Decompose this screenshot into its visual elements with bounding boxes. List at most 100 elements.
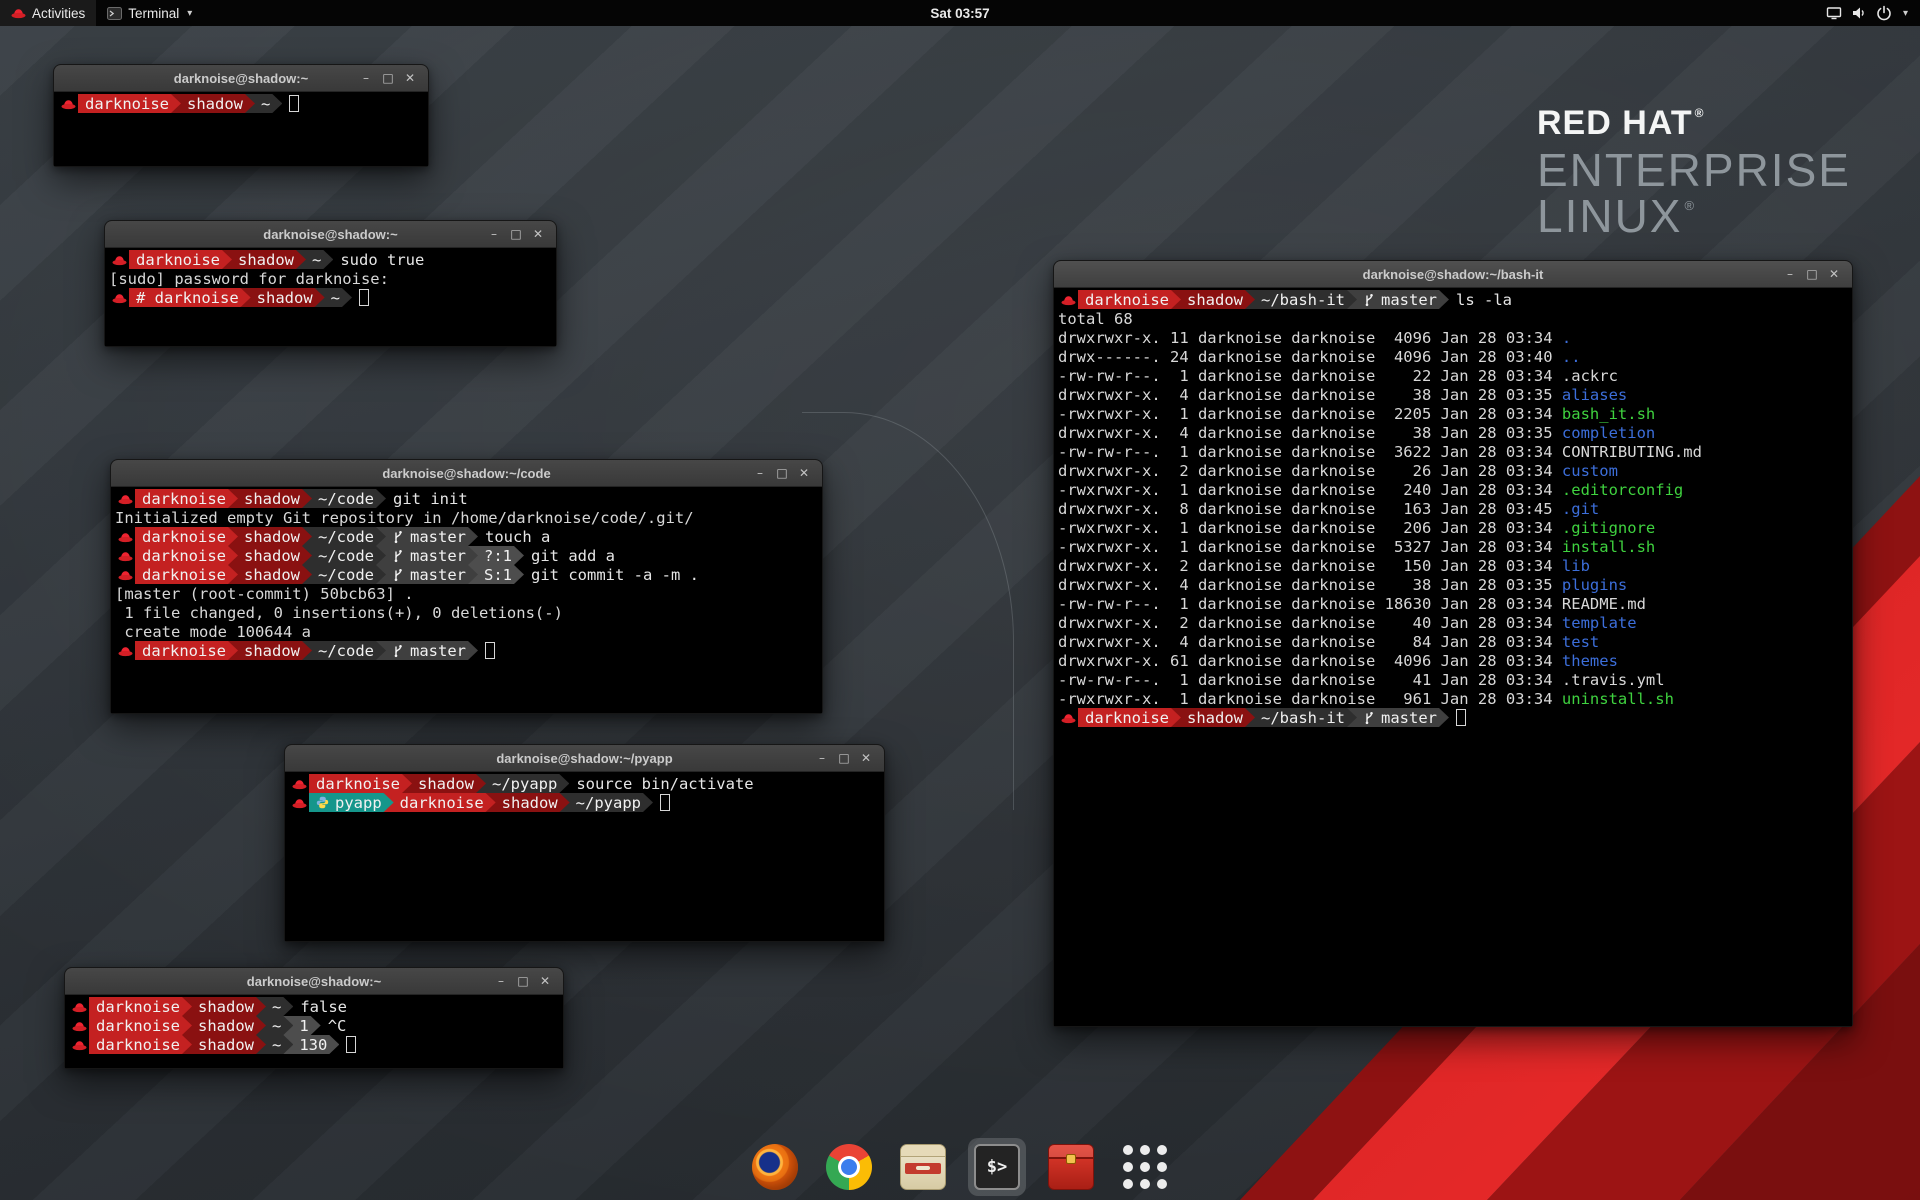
terminal-line: drwxrwxr-x. 4 darknoise darknoise 38 Jan… [1058, 423, 1852, 442]
prompt-segment-text: master [410, 547, 466, 565]
terminal-body[interactable]: darknoiseshadow~/pyappsource bin/activat… [285, 772, 884, 941]
terminal-line: drwxrwxr-x. 2 darknoise darknoise 150 Ja… [1058, 556, 1852, 575]
minimize-button[interactable]: – [1779, 261, 1801, 287]
terminal-line: darknoiseshadow~/bash-itmasterls -la [1058, 290, 1852, 309]
redhat-icon [115, 550, 135, 562]
redhat-icon [115, 531, 135, 543]
prompt-segment-text: shadow [187, 95, 243, 113]
prompt-segment-text: ~/pyapp [576, 794, 641, 812]
prompt-segment-text: darknoise [136, 251, 220, 269]
prompt-segment: shadow [182, 997, 266, 1016]
prompt-segment: ~/bash-it [1245, 708, 1357, 727]
dock-item-toolbox[interactable] [1042, 1138, 1100, 1196]
prompt-segment: ~/code [302, 489, 386, 508]
minimize-button[interactable]: – [490, 968, 512, 994]
terminal-text: .git [1562, 500, 1599, 518]
prompt-segment: shadow [1171, 290, 1255, 309]
prompt-segment: darknoise [89, 997, 192, 1016]
dock-item-firefox[interactable] [746, 1138, 804, 1196]
minimize-button[interactable]: – [483, 221, 505, 247]
terminal-window-pyapp[interactable]: darknoise@shadow:~/pyapp – □ ✕ darknoise… [284, 744, 885, 942]
prompt-segment: shadow [222, 250, 306, 269]
terminal-text: -rwxrwxr-x. 1 darknoise darknoise 961 Ja… [1058, 690, 1562, 708]
terminal-window-home-1[interactable]: darknoise@shadow:~ – □ ✕ darknoise shadow… [53, 64, 429, 167]
terminal-body[interactable]: darknoiseshadow~/bash-itmasterls -latota… [1054, 288, 1852, 1026]
close-button[interactable]: ✕ [1823, 261, 1845, 287]
window-title: darknoise@shadow:~ [130, 71, 352, 86]
terminal-text: [sudo] password for darknoise: [109, 270, 389, 288]
minimize-button[interactable]: – [811, 745, 833, 771]
terminal-window-sudo[interactable]: darknoise@shadow:~ – □ ✕ darknoiseshadow… [104, 220, 557, 347]
terminal-line: drwxrwxr-x. 2 darknoise darknoise 40 Jan… [1058, 613, 1852, 632]
terminal-text: . [1562, 329, 1571, 347]
window-titlebar[interactable]: darknoise@shadow:~/code – □ ✕ [111, 460, 822, 487]
close-button[interactable]: ✕ [399, 65, 421, 91]
terminal-body[interactable]: darknoiseshadow~falsedarknoiseshadow~1^C… [65, 995, 563, 1068]
terminal-body[interactable]: darknoiseshadow~/codegit initInitialized… [111, 487, 822, 713]
prompt-segment-text: darknoise [85, 95, 169, 113]
redhat-icon [289, 778, 309, 790]
redhat-icon [69, 1020, 89, 1032]
terminal-window-home-2[interactable]: darknoise@shadow:~ – □ ✕ darknoiseshadow… [64, 967, 564, 1069]
terminal-body[interactable]: darknoiseshadow~ [54, 92, 428, 166]
prompt-segment: pyapp [309, 793, 394, 812]
terminal-body[interactable]: darknoiseshadow~sudo true[sudo] password… [105, 248, 556, 346]
terminal-line: total 68 [1058, 309, 1852, 328]
maximize-button[interactable]: □ [505, 221, 527, 247]
prompt-segment-text: ~/code [318, 642, 374, 660]
terminal-text: drwxrwxr-x. 2 darknoise darknoise 40 Jan… [1058, 614, 1562, 632]
toolbox-icon [1048, 1144, 1094, 1190]
prompt-segment: shadow [182, 1035, 266, 1054]
terminal-text: -rw-rw-r--. 1 darknoise darknoise 3622 J… [1058, 443, 1562, 461]
prompt-segment-text: shadow [198, 1017, 254, 1035]
files-icon [900, 1144, 946, 1190]
dock-item-app-grid[interactable] [1116, 1138, 1174, 1196]
prompt-segment-text: darknoise [400, 794, 484, 812]
window-titlebar[interactable]: darknoise@shadow:~/pyapp – □ ✕ [285, 745, 884, 772]
terminal-text: .travis.yml [1562, 671, 1665, 689]
window-titlebar[interactable]: darknoise@shadow:~ – □ ✕ [54, 65, 428, 92]
terminal-text: drwxrwxr-x. 61 darknoise darknoise 4096 … [1058, 652, 1562, 670]
prompt-segment-text: shadow [1187, 709, 1243, 727]
window-titlebar[interactable]: darknoise@shadow:~/bash-it – □ ✕ [1054, 261, 1852, 288]
activities-button[interactable]: Activities [0, 0, 96, 26]
prompt-segment: ~/bash-it [1245, 290, 1357, 309]
prompt-segment: master [1347, 708, 1449, 727]
terminal-text: Initialized empty Git repository in /hom… [115, 509, 694, 527]
maximize-button[interactable]: □ [1801, 261, 1823, 287]
prompt-segment-text: darknoise [1085, 709, 1169, 727]
terminal-text: template [1562, 614, 1637, 632]
maximize-button[interactable]: □ [377, 65, 399, 91]
dock-item-terminal[interactable]: $> [968, 1138, 1026, 1196]
close-button[interactable]: ✕ [855, 745, 877, 771]
dock-item-files[interactable] [894, 1138, 952, 1196]
terminal-line: darknoiseshadow~/codemasterS:1git commit… [115, 565, 822, 584]
close-button[interactable]: ✕ [534, 968, 556, 994]
dock-item-chrome[interactable] [820, 1138, 878, 1196]
maximize-button[interactable]: □ [833, 745, 855, 771]
terminal-window-bash-it[interactable]: darknoise@shadow:~/bash-it – □ ✕ darknoi… [1053, 260, 1853, 1027]
clock-button[interactable]: Sat 03:57 [920, 0, 999, 26]
prompt-segment: shadow [228, 489, 312, 508]
terminal-line: drwxrwxr-x. 8 darknoise darknoise 163 Ja… [1058, 499, 1852, 518]
prompt-segment-text: shadow [1187, 291, 1243, 309]
maximize-button[interactable]: □ [512, 968, 534, 994]
prompt-segment: darknoise [1078, 708, 1181, 727]
app-menu-terminal[interactable]: Terminal ▾ [96, 0, 203, 26]
window-titlebar[interactable]: darknoise@shadow:~ – □ ✕ [65, 968, 563, 995]
window-titlebar[interactable]: darknoise@shadow:~ – □ ✕ [105, 221, 556, 248]
prompt-segment-text: master [410, 642, 466, 660]
terminal-line: darknoiseshadow~/codegit init [115, 489, 822, 508]
system-menu[interactable]: ▾ [1818, 0, 1916, 26]
prompt-segment-text: 1 [299, 1017, 308, 1035]
prompt-segment-text: darknoise [96, 1036, 180, 1054]
minimize-button[interactable]: – [749, 460, 771, 486]
prompt-segment-text: darknoise [142, 490, 226, 508]
python-icon [316, 796, 329, 809]
terminal-window-code[interactable]: darknoise@shadow:~/code – □ ✕ darknoises… [110, 459, 823, 714]
close-button[interactable]: ✕ [793, 460, 815, 486]
terminal-text: drwxrwxr-x. 4 darknoise darknoise 84 Jan… [1058, 633, 1562, 651]
maximize-button[interactable]: □ [771, 460, 793, 486]
minimize-button[interactable]: – [355, 65, 377, 91]
close-button[interactable]: ✕ [527, 221, 549, 247]
